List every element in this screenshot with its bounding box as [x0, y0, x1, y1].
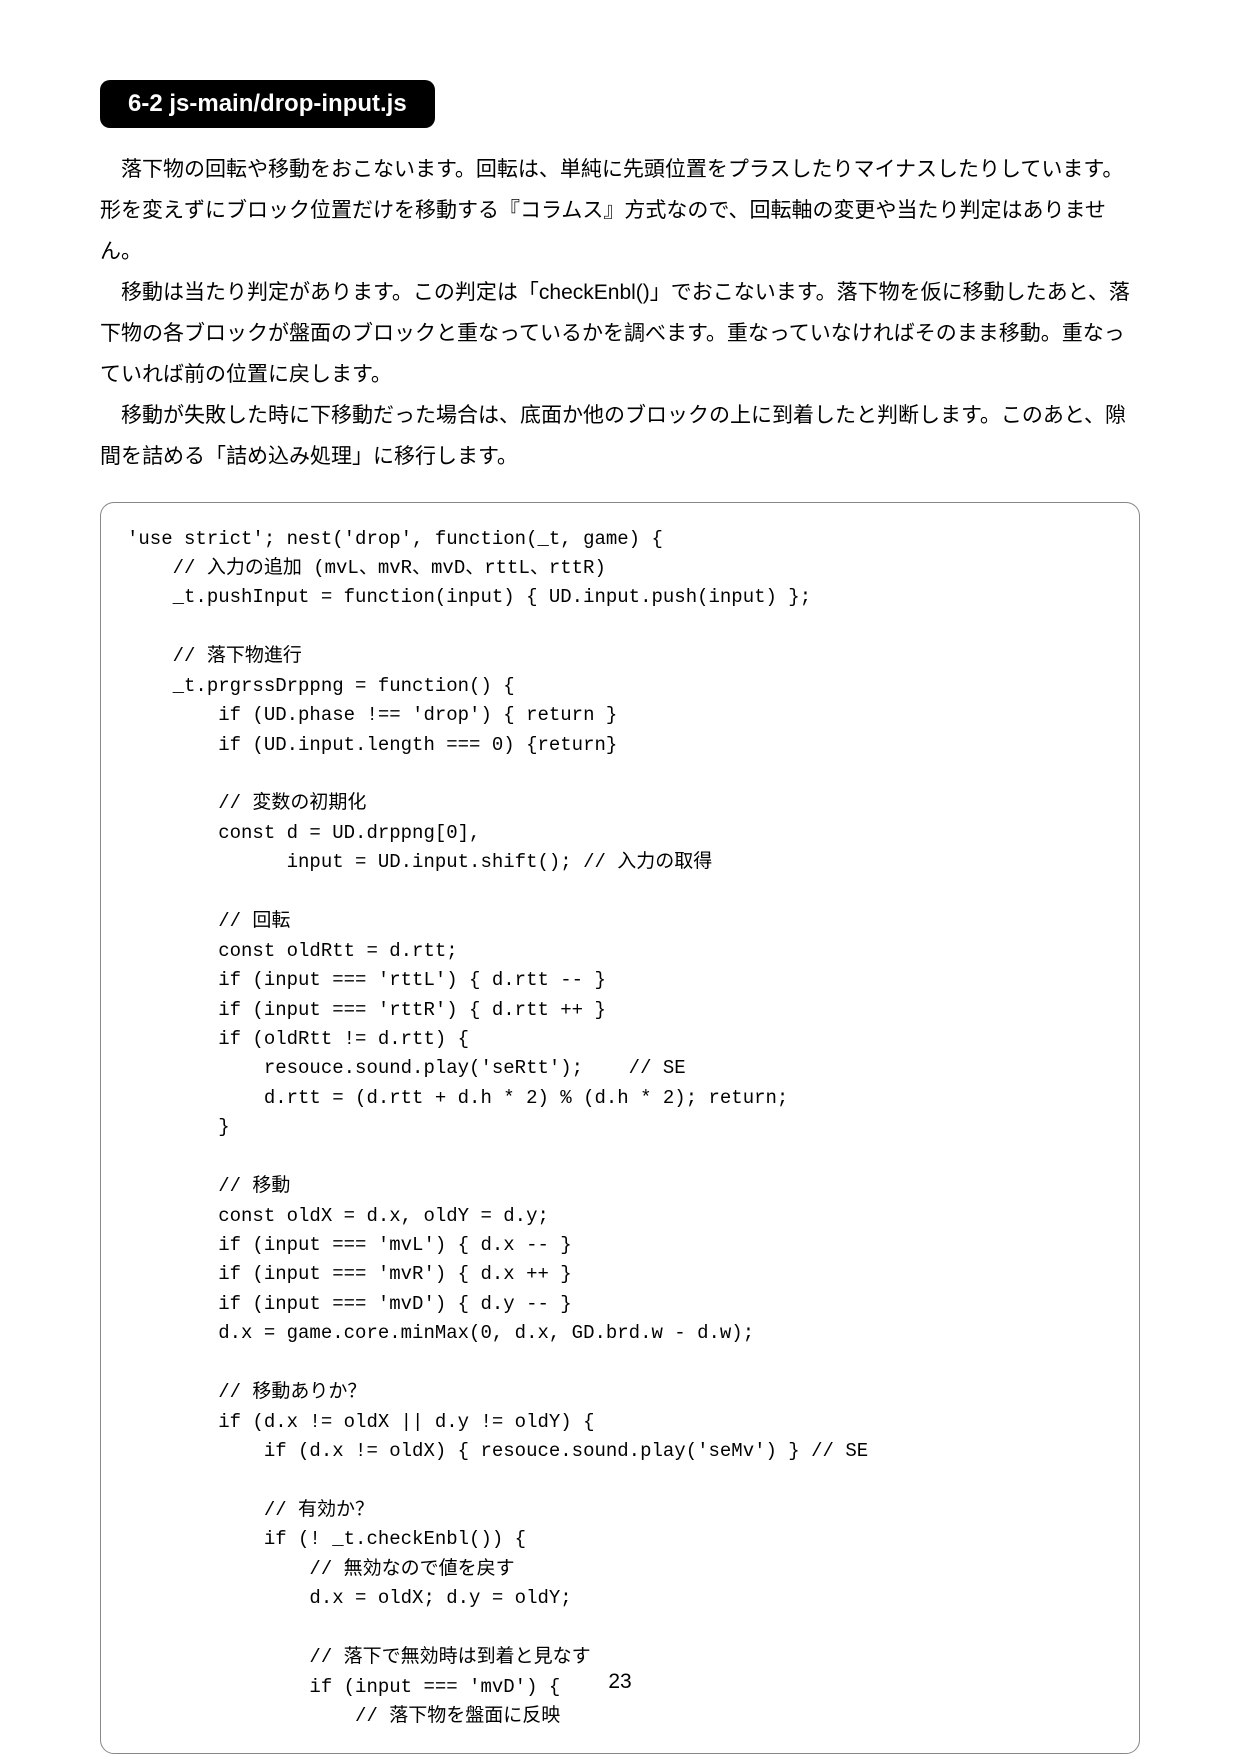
body-text: 落下物の回転や移動をおこないます。回転は、単純に先頭位置をプラスしたりマイナスし…	[100, 150, 1140, 478]
page: 6-2 js-main/drop-input.js 落下物の回転や移動をおこない…	[0, 0, 1240, 1754]
paragraph-3: 移動が失敗した時に下移動だった場合は、底面か他のブロックの上に到着したと判断しま…	[100, 396, 1140, 478]
section-heading: 6-2 js-main/drop-input.js	[100, 80, 435, 128]
code-listing: 'use strict'; nest('drop', function(_t, …	[100, 502, 1140, 1754]
paragraph-1: 落下物の回転や移動をおこないます。回転は、単純に先頭位置をプラスしたりマイナスし…	[100, 150, 1140, 273]
paragraph-2: 移動は当たり判定があります。この判定は「checkEnbl()」でおこないます。…	[100, 273, 1140, 396]
page-number: 23	[0, 1670, 1240, 1694]
